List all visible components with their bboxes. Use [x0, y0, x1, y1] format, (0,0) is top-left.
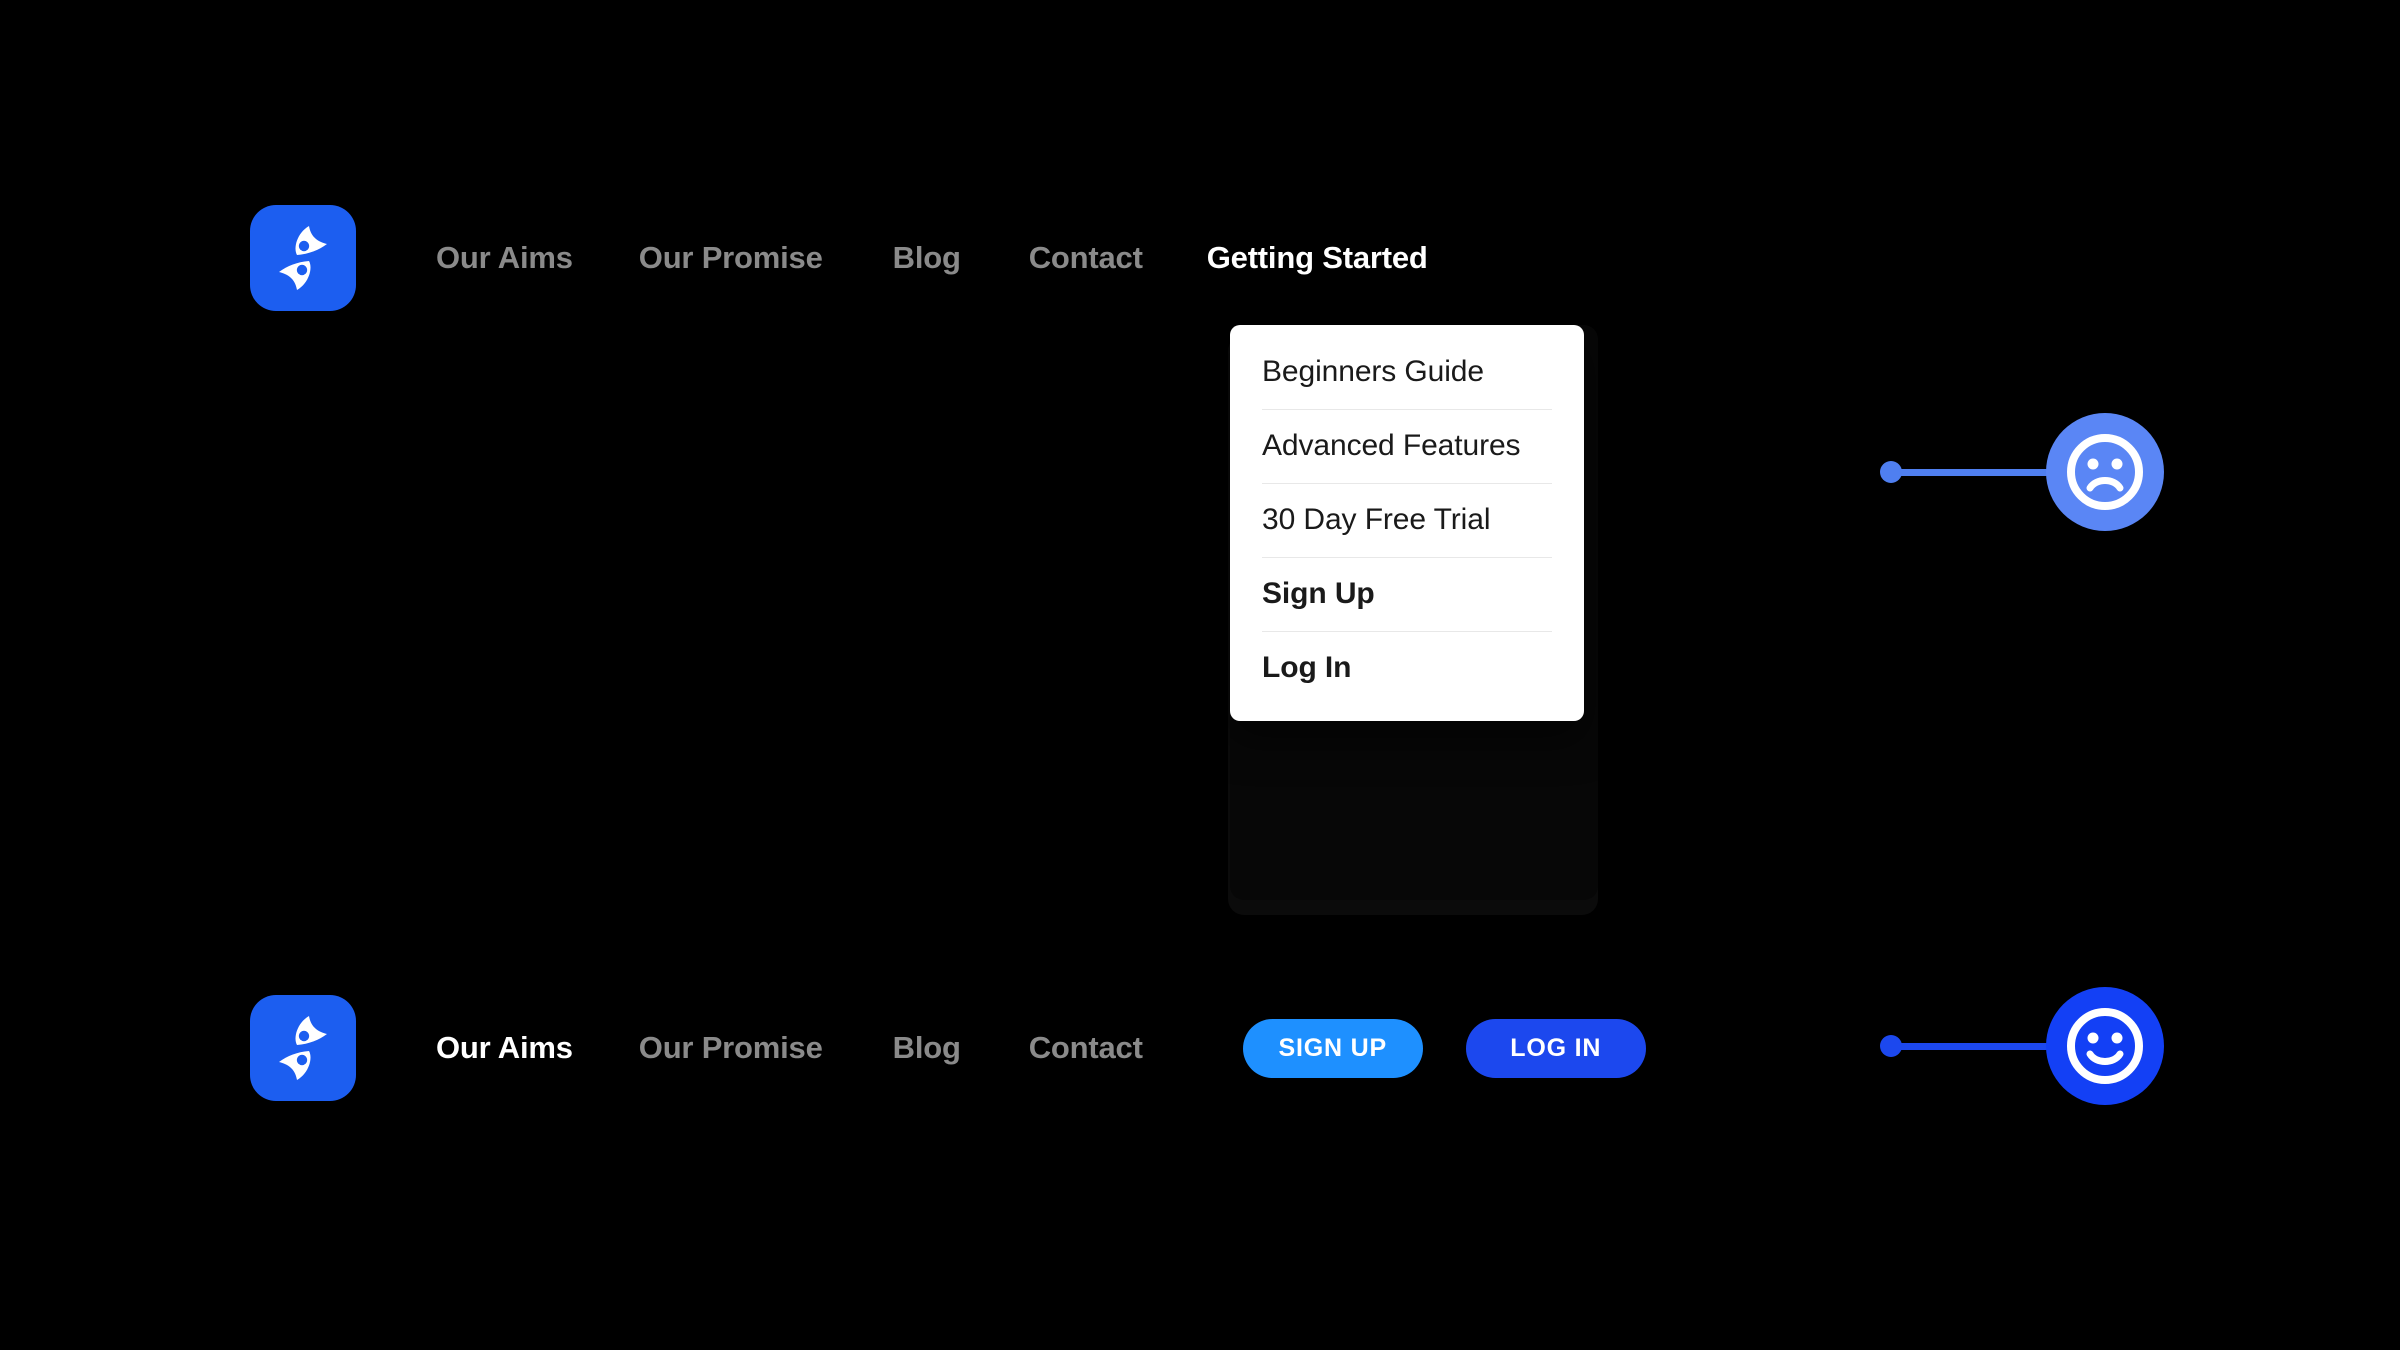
top-nav-links: Our Aims Our Promise Blog Contact Gettin…	[436, 234, 1428, 282]
slider-handle-sad[interactable]	[1880, 461, 1902, 483]
mood-slider-sad[interactable]	[1880, 413, 2164, 531]
bottom-nav-item-our-aims[interactable]: Our Aims	[436, 1024, 573, 1072]
happy-face-icon	[2046, 987, 2164, 1105]
dropdown-item-beginners-guide[interactable]: Beginners Guide	[1230, 335, 1584, 409]
bottom-navigation: Our Aims Our Promise Blog Contact SIGN U…	[436, 995, 1646, 1101]
logo-top[interactable]	[250, 205, 356, 311]
top-navigation: Our Aims Our Promise Blog Contact Gettin…	[436, 205, 1428, 311]
sad-face-icon	[2046, 413, 2164, 531]
getting-started-dropdown-menu: Beginners Guide Advanced Features 30 Day…	[1230, 325, 1584, 721]
bottom-nav-links: Our Aims Our Promise Blog Contact	[436, 1024, 1243, 1072]
nav-item-contact[interactable]: Contact	[1029, 234, 1143, 282]
slider-track-sad[interactable]	[1900, 468, 2060, 476]
nav-item-our-aims[interactable]: Our Aims	[436, 234, 573, 282]
nav-item-blog[interactable]: Blog	[893, 234, 961, 282]
bottom-nav-item-our-promise[interactable]: Our Promise	[639, 1024, 823, 1072]
slider-track-happy[interactable]	[1900, 1042, 2060, 1050]
nav-item-our-promise[interactable]: Our Promise	[639, 234, 823, 282]
sign-up-button[interactable]: SIGN UP	[1242, 1018, 1423, 1078]
flame-leaf-logo-icon	[275, 224, 331, 292]
bottom-nav-buttons: SIGN UP LOG IN	[1242, 1018, 1646, 1078]
log-in-button[interactable]: LOG IN	[1465, 1018, 1646, 1078]
page-background: Our Aims Our Promise Blog Contact Gettin…	[0, 0, 2400, 1350]
nav-item-getting-started[interactable]: Getting Started	[1207, 234, 1428, 282]
mood-slider-happy[interactable]	[1880, 987, 2164, 1105]
dropdown-item-sign-up[interactable]: Sign Up	[1230, 557, 1584, 631]
logo-bottom[interactable]	[250, 995, 356, 1101]
slider-handle-happy[interactable]	[1880, 1035, 1902, 1057]
bottom-nav-item-contact[interactable]: Contact	[1029, 1024, 1143, 1072]
flame-leaf-logo-icon	[275, 1014, 331, 1082]
dropdown-item-log-in[interactable]: Log In	[1230, 631, 1584, 705]
dropdown-item-advanced-features[interactable]: Advanced Features	[1230, 409, 1584, 483]
dropdown-item-30-day-free-trial[interactable]: 30 Day Free Trial	[1230, 483, 1584, 557]
bottom-nav-item-blog[interactable]: Blog	[893, 1024, 961, 1072]
